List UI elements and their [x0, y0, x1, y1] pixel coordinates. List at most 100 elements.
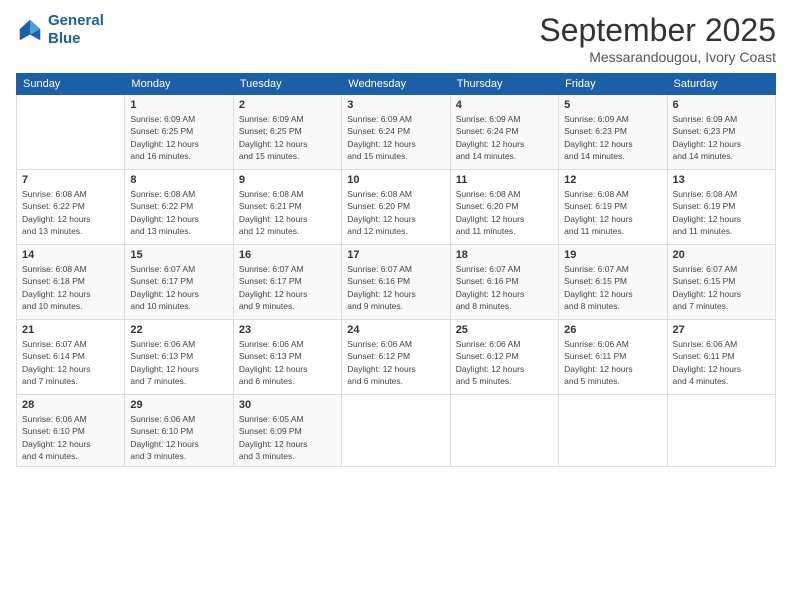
calendar-cell: 28Sunrise: 6:06 AMSunset: 6:10 PMDayligh… [17, 395, 125, 467]
calendar-cell: 6Sunrise: 6:09 AMSunset: 6:23 PMDaylight… [667, 95, 775, 170]
day-number: 1 [130, 99, 227, 111]
day-info: Sunrise: 6:06 AMSunset: 6:10 PMDaylight:… [130, 413, 227, 462]
calendar-table: SundayMondayTuesdayWednesdayThursdayFrid… [16, 73, 776, 467]
day-info: Sunrise: 6:09 AMSunset: 6:24 PMDaylight:… [347, 113, 444, 162]
weekday-header-row: SundayMondayTuesdayWednesdayThursdayFrid… [17, 74, 776, 95]
day-info: Sunrise: 6:06 AMSunset: 6:12 PMDaylight:… [347, 338, 444, 387]
day-info: Sunrise: 6:08 AMSunset: 6:20 PMDaylight:… [347, 188, 444, 237]
calendar-cell: 14 Sunrise: 6:08 AMSunset: 6:18 PMDayligh… [17, 245, 125, 320]
weekday-header-sunday: Sunday [17, 74, 125, 95]
calendar-cell: 26 Sunrise: 6:06 AMSunset: 6:11 PMDayligh… [559, 320, 667, 395]
calendar-cell: 5 Sunrise: 6:09 AMSunset: 6:23 PMDaylight… [559, 95, 667, 170]
day-number: 7 [22, 174, 119, 186]
logo-line1: General [48, 12, 104, 29]
logo: General Blue [16, 12, 104, 48]
day-number: 2 [239, 99, 336, 111]
calendar-cell: 19 Sunrise: 6:07 AMSunset: 6:15 PMDayligh… [559, 245, 667, 320]
day-info: Sunrise: 6:08 AMSunset: 6:18 PMDaylight:… [22, 263, 119, 312]
calendar-cell: 1 Sunrise: 6:09 AMSunset: 6:25 PMDaylight… [125, 95, 233, 170]
day-number: 16 [239, 249, 336, 261]
day-info: Sunrise: 6:08 AMSunset: 6:19 PMDaylight:… [564, 188, 661, 237]
day-info: Sunrise: 6:07 AMSunset: 6:15 PMDaylight:… [564, 263, 661, 312]
day-number: 29 [130, 399, 227, 411]
day-info: Sunrise: 6:06 AMSunset: 6:13 PMDaylight:… [239, 338, 336, 387]
day-info: Sunrise: 6:08 AMSunset: 6:22 PMDaylight:… [130, 188, 227, 237]
day-info: Sunrise: 6:07 AMSunset: 6:17 PMDaylight:… [239, 263, 336, 312]
day-number: 26 [564, 324, 661, 336]
day-info: Sunrise: 6:05 AMSunset: 6:09 PMDaylight:… [239, 413, 336, 462]
day-number: 21 [22, 324, 119, 336]
calendar-cell: 8 Sunrise: 6:08 AMSunset: 6:22 PMDaylight… [125, 170, 233, 245]
calendar-cell: 13 Sunrise: 6:08 AMSunset: 6:19 PMDayligh… [667, 170, 775, 245]
weekday-header-thursday: Thursday [450, 74, 558, 95]
day-info: Sunrise: 6:09 AMSunset: 6:25 PMDaylight:… [130, 113, 227, 162]
logo-icon [16, 16, 44, 44]
day-number: 11 [456, 174, 553, 186]
calendar-cell [667, 395, 775, 467]
day-number: 9 [239, 174, 336, 186]
day-info: Sunrise: 6:08 AMSunset: 6:22 PMDaylight:… [22, 188, 119, 237]
page: General Blue September 2025 Messarandoug… [0, 0, 792, 612]
day-info: Sunrise: 6:06 AMSunset: 6:13 PMDaylight:… [130, 338, 227, 387]
day-number: 8 [130, 174, 227, 186]
day-number: 30 [239, 399, 336, 411]
calendar-cell: 16 Sunrise: 6:07 AMSunset: 6:17 PMDayligh… [233, 245, 341, 320]
calendar-cell: 3 Sunrise: 6:09 AMSunset: 6:24 PMDaylight… [342, 95, 450, 170]
day-info: Sunrise: 6:07 AMSunset: 6:15 PMDaylight:… [673, 263, 770, 312]
location: Messarandougou, Ivory Coast [539, 49, 776, 65]
weekday-header-tuesday: Tuesday [233, 74, 341, 95]
calendar-cell: 20 Sunrise: 6:07 AMSunset: 6:15 PMDayligh… [667, 245, 775, 320]
day-info: Sunrise: 6:09 AMSunset: 6:23 PMDaylight:… [564, 113, 661, 162]
calendar-cell: 4Sunrise: 6:09 AMSunset: 6:24 PMDaylight… [450, 95, 558, 170]
calendar-cell: 17 Sunrise: 6:07 AMSunset: 6:16 PMDayligh… [342, 245, 450, 320]
calendar-cell: 22Sunrise: 6:06 AMSunset: 6:13 PMDayligh… [125, 320, 233, 395]
calendar-cell: 21 Sunrise: 6:07 AMSunset: 6:14 PMDayligh… [17, 320, 125, 395]
day-number: 14 [22, 249, 119, 261]
calendar-cell: 2 Sunrise: 6:09 AMSunset: 6:25 PMDaylight… [233, 95, 341, 170]
day-info: Sunrise: 6:08 AMSunset: 6:20 PMDaylight:… [456, 188, 553, 237]
day-number: 25 [456, 324, 553, 336]
day-number: 5 [564, 99, 661, 111]
day-number: 17 [347, 249, 444, 261]
day-info: Sunrise: 6:07 AMSunset: 6:14 PMDaylight:… [22, 338, 119, 387]
day-number: 15 [130, 249, 227, 261]
calendar-cell: 10Sunrise: 6:08 AMSunset: 6:20 PMDayligh… [342, 170, 450, 245]
weekday-header-wednesday: Wednesday [342, 74, 450, 95]
day-info: Sunrise: 6:09 AMSunset: 6:23 PMDaylight:… [673, 113, 770, 162]
week-row-2: 7 Sunrise: 6:08 AMSunset: 6:22 PMDaylight… [17, 170, 776, 245]
day-info: Sunrise: 6:08 AMSunset: 6:21 PMDaylight:… [239, 188, 336, 237]
week-row-5: 28Sunrise: 6:06 AMSunset: 6:10 PMDayligh… [17, 395, 776, 467]
calendar-cell: 27 Sunrise: 6:06 AMSunset: 6:11 PMDayligh… [667, 320, 775, 395]
weekday-header-friday: Friday [559, 74, 667, 95]
calendar-cell: 12Sunrise: 6:08 AMSunset: 6:19 PMDayligh… [559, 170, 667, 245]
calendar-cell: 15 Sunrise: 6:07 AMSunset: 6:17 PMDayligh… [125, 245, 233, 320]
week-row-3: 14 Sunrise: 6:08 AMSunset: 6:18 PMDayligh… [17, 245, 776, 320]
day-info: Sunrise: 6:09 AMSunset: 6:24 PMDaylight:… [456, 113, 553, 162]
day-info: Sunrise: 6:06 AMSunset: 6:11 PMDaylight:… [673, 338, 770, 387]
day-number: 13 [673, 174, 770, 186]
header: General Blue September 2025 Messarandoug… [16, 12, 776, 65]
calendar-cell: 9 Sunrise: 6:08 AMSunset: 6:21 PMDaylight… [233, 170, 341, 245]
day-number: 19 [564, 249, 661, 261]
calendar-cell [450, 395, 558, 467]
logo-text: General Blue [48, 12, 104, 48]
day-number: 23 [239, 324, 336, 336]
day-info: Sunrise: 6:07 AMSunset: 6:17 PMDaylight:… [130, 263, 227, 312]
week-row-4: 21 Sunrise: 6:07 AMSunset: 6:14 PMDayligh… [17, 320, 776, 395]
calendar-cell: 24Sunrise: 6:06 AMSunset: 6:12 PMDayligh… [342, 320, 450, 395]
month-title: September 2025 [539, 12, 776, 49]
title-block: September 2025 Messarandougou, Ivory Coa… [539, 12, 776, 65]
logo-line2: Blue [48, 30, 81, 47]
day-number: 18 [456, 249, 553, 261]
day-info: Sunrise: 6:06 AMSunset: 6:11 PMDaylight:… [564, 338, 661, 387]
day-number: 27 [673, 324, 770, 336]
day-info: Sunrise: 6:09 AMSunset: 6:25 PMDaylight:… [239, 113, 336, 162]
weekday-header-monday: Monday [125, 74, 233, 95]
calendar-cell: 18Sunrise: 6:07 AMSunset: 6:16 PMDayligh… [450, 245, 558, 320]
day-number: 20 [673, 249, 770, 261]
day-number: 3 [347, 99, 444, 111]
day-info: Sunrise: 6:07 AMSunset: 6:16 PMDaylight:… [347, 263, 444, 312]
day-info: Sunrise: 6:08 AMSunset: 6:19 PMDaylight:… [673, 188, 770, 237]
calendar-cell: 30 Sunrise: 6:05 AMSunset: 6:09 PMDayligh… [233, 395, 341, 467]
week-row-1: 1 Sunrise: 6:09 AMSunset: 6:25 PMDaylight… [17, 95, 776, 170]
